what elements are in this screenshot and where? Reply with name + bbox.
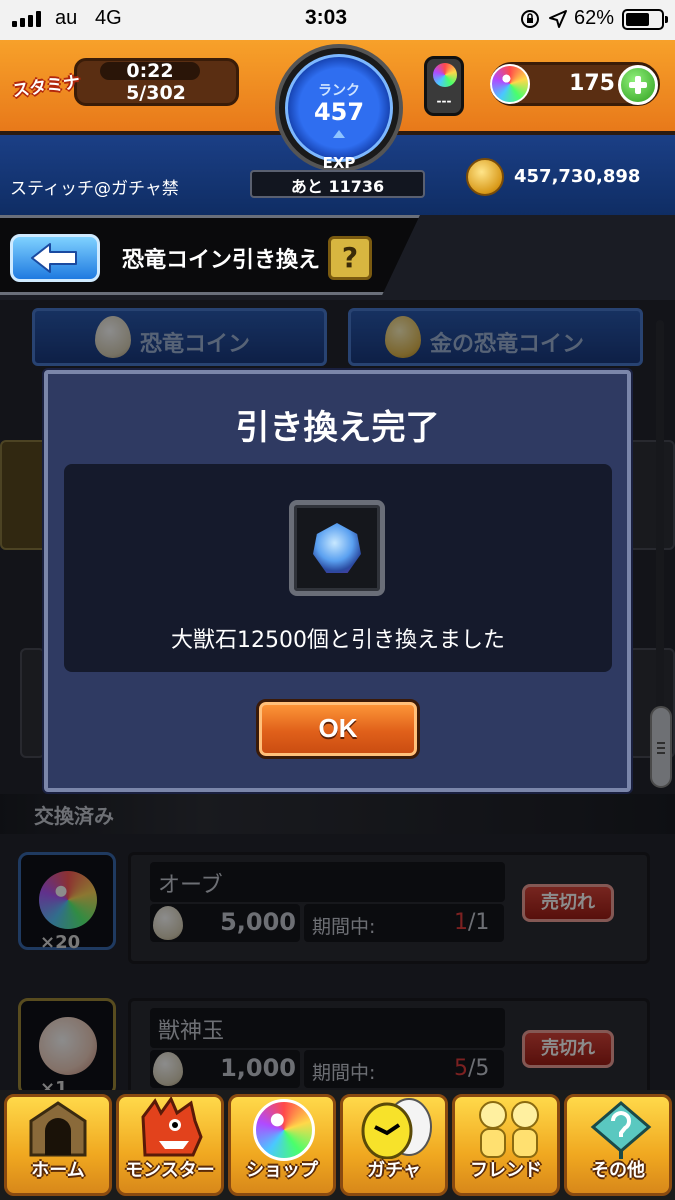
rank-label: ランク bbox=[318, 83, 360, 99]
friends-icon bbox=[479, 1101, 539, 1158]
carrier-name: au bbox=[55, 7, 78, 29]
dialog-title: 引き換え完了 bbox=[235, 408, 440, 448]
orb-icon bbox=[490, 64, 530, 104]
question-sign-icon bbox=[590, 1101, 652, 1159]
orb-storage-value: --- bbox=[436, 94, 452, 108]
dialog-message: 大獣石12500個と引き換えました bbox=[171, 628, 505, 653]
egg-icon bbox=[361, 1098, 432, 1159]
nav-home-label: ホーム bbox=[31, 1160, 85, 1181]
back-arrow-icon bbox=[31, 243, 77, 273]
stamina-timer: 0:22 bbox=[126, 60, 174, 82]
status-time: 3:03 bbox=[305, 6, 348, 29]
exp-remaining: あと 11736 bbox=[290, 177, 385, 196]
nav-friend-label: フレンド bbox=[470, 1160, 542, 1181]
buy-orbs-button[interactable] bbox=[618, 65, 658, 105]
rotation-lock-icon bbox=[521, 10, 539, 28]
help-button[interactable]: ? bbox=[328, 236, 372, 280]
network-type: 4G bbox=[95, 7, 122, 29]
orb-count: 175 bbox=[569, 71, 615, 96]
gold-amount: 457,730,898 bbox=[514, 166, 641, 187]
location-arrow-icon bbox=[549, 10, 567, 28]
page-title: 恐竜コイン引き換え bbox=[122, 248, 321, 273]
rank-value: 457 bbox=[313, 98, 365, 126]
nav-other-label: その他 bbox=[591, 1160, 645, 1181]
nav-shop-label: ショップ bbox=[246, 1160, 318, 1181]
stamina-count: 5/302 bbox=[126, 82, 186, 104]
orb-icon bbox=[253, 1099, 315, 1161]
signal-strength-icon bbox=[12, 11, 44, 27]
gold-coin-icon bbox=[466, 158, 504, 196]
home-gate-icon bbox=[29, 1101, 87, 1157]
battery-percent: 62% bbox=[574, 7, 615, 29]
battery-icon bbox=[622, 9, 668, 30]
ok-button[interactable]: OK bbox=[256, 699, 420, 759]
nav-monster-label: モンスター bbox=[125, 1160, 215, 1181]
rank-up-arrow-icon bbox=[333, 130, 345, 138]
status-bar: au 4G 3:03 62% bbox=[0, 0, 675, 40]
username: スティッチ@ガチャ禁 bbox=[10, 179, 179, 199]
dragon-icon bbox=[141, 1097, 203, 1157]
nav-gacha-label: ガチャ bbox=[367, 1160, 421, 1181]
